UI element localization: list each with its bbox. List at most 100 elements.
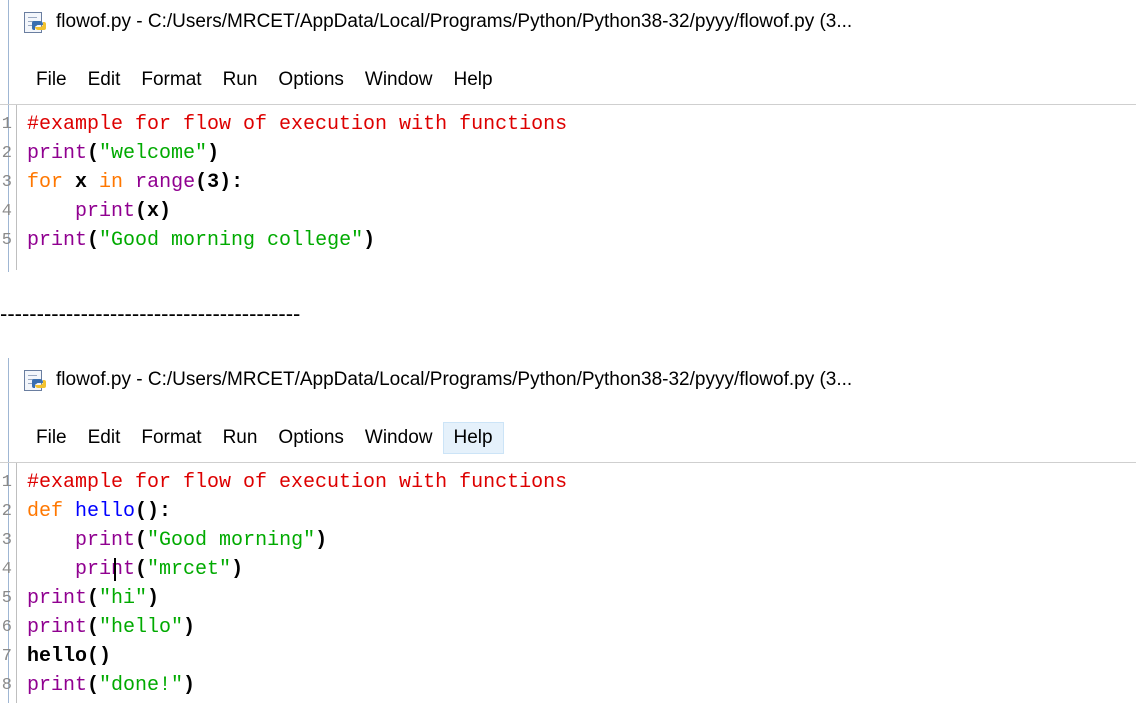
code-token: hello [75,500,136,523]
code-token: ) [207,142,220,165]
menu-help[interactable]: Help [443,422,504,454]
code-text: #example for flow of execution with func… [27,468,567,497]
code-text: print("Good morning college") [27,226,375,255]
line-number: 6 [1,618,12,637]
code-line[interactable]: 2 print("welcome") [0,139,1136,168]
code-line[interactable]: 1 #example for flow of execution with fun… [0,468,1136,497]
line-number: 2 [1,144,12,163]
code-token: #example for flow of execution with func… [27,113,568,136]
menu-bar: File Edit Format Run Options Window Help [26,422,504,454]
menu-file[interactable]: File [26,422,78,454]
code-token: print [27,616,88,639]
code-line[interactable]: 3 for x in range(3): [0,168,1136,197]
menu-options[interactable]: Options [268,64,354,96]
title-bar: flowof.py - C:/Users/MRCET/AppData/Local… [22,8,852,36]
code-text: hello() [27,642,111,671]
code-token: print [75,200,136,223]
python-file-icon [22,369,48,391]
code-text: print("hi") [27,584,159,613]
line-number: 3 [1,531,12,550]
code-token: print [27,674,88,697]
window-title: flowof.py - C:/Users/MRCET/AppData/Local… [56,369,853,390]
code-editor[interactable]: 1 #example for flow of execution with fun… [0,462,1136,703]
menu-window[interactable]: Window [355,422,444,454]
code-token: ) [315,529,328,552]
text-cursor [114,558,116,581]
menu-help[interactable]: Help [443,64,503,96]
menu-run[interactable]: Run [213,64,269,96]
code-token: "hi" [99,587,148,610]
title-bar: flowof.py - C:/Users/MRCET/AppData/Local… [22,366,852,394]
code-token: "Good morning college" [99,229,364,252]
code-token: "hello" [99,616,184,639]
line-number: 8 [1,676,12,695]
menu-edit[interactable]: Edit [78,422,132,454]
code-token: ) [147,587,160,610]
code-line[interactable]: 5 print("hi") [0,584,1136,613]
line-number: 5 [1,231,12,250]
line-number: 4 [1,202,12,221]
code-line[interactable]: 1 #example for flow of execution with fun… [0,110,1136,139]
code-line[interactable]: 6 print("hello") [0,613,1136,642]
code-token: ( [87,229,100,252]
code-token: #example for flow of execution with func… [27,471,568,494]
code-editor[interactable]: 1 #example for flow of execution with fun… [0,104,1136,270]
code-text: print("welcome") [27,139,219,168]
code-token: ( [87,142,100,165]
code-token: print [27,587,88,610]
line-number: 2 [1,502,12,521]
code-line[interactable]: 7 hello() [0,642,1136,671]
separator-text: ----------------------------------------… [0,301,301,326]
menu-edit[interactable]: Edit [78,64,132,96]
line-number: 1 [1,115,12,134]
line-number: 7 [1,647,12,666]
code-text: for x in range(3): [27,168,243,197]
menu-window[interactable]: Window [355,64,444,96]
code-text: #example for flow of execution with func… [27,110,567,139]
code-token: ( [87,587,100,610]
code-token: ) [231,558,244,581]
menu-bar: File Edit Format Run Options Window Help [26,64,504,96]
line-number: 5 [1,589,12,608]
code-token: "Good morning" [147,529,316,552]
line-number: 4 [1,560,12,579]
menu-options[interactable]: Options [268,422,354,454]
code-token: "done!" [99,674,184,697]
code-text: print("done!") [27,671,195,700]
code-text: print("Good morning") [27,526,327,555]
code-token: x [63,171,100,194]
code-token: range [135,171,196,194]
code-line[interactable]: 2 def hello(): [0,497,1136,526]
menu-format[interactable]: Format [131,64,212,96]
code-token: (): [135,500,172,523]
code-token: (x) [135,200,172,223]
code-token: ) [363,229,376,252]
menu-file[interactable]: File [26,64,78,96]
window-title: flowof.py - C:/Users/MRCET/AppData/Local… [56,11,853,32]
code-token: ( [87,616,100,639]
code-token: ( [135,558,148,581]
code-line[interactable]: 4 print(x) [0,197,1136,226]
menu-format[interactable]: Format [131,422,212,454]
code-text: def hello(): [27,497,171,526]
code-token: for [27,171,64,194]
code-line[interactable]: 3 print("Good morning") [0,526,1136,555]
code-token: print [75,529,136,552]
menu-run[interactable]: Run [213,422,269,454]
python-file-icon [22,11,48,33]
code-token: in [99,171,124,194]
code-line[interactable]: 4 print("mrcet") [0,555,1136,584]
code-token: ) [183,674,196,697]
code-line[interactable]: 8 print("done!") [0,671,1136,700]
code-text: print("mrcet") [27,555,243,584]
code-token: ( [87,674,100,697]
code-line[interactable]: 5 print("Good morning college") [0,226,1136,255]
code-token: hello() [27,645,112,668]
line-number: 3 [1,173,12,192]
code-text: print(x) [27,197,171,226]
